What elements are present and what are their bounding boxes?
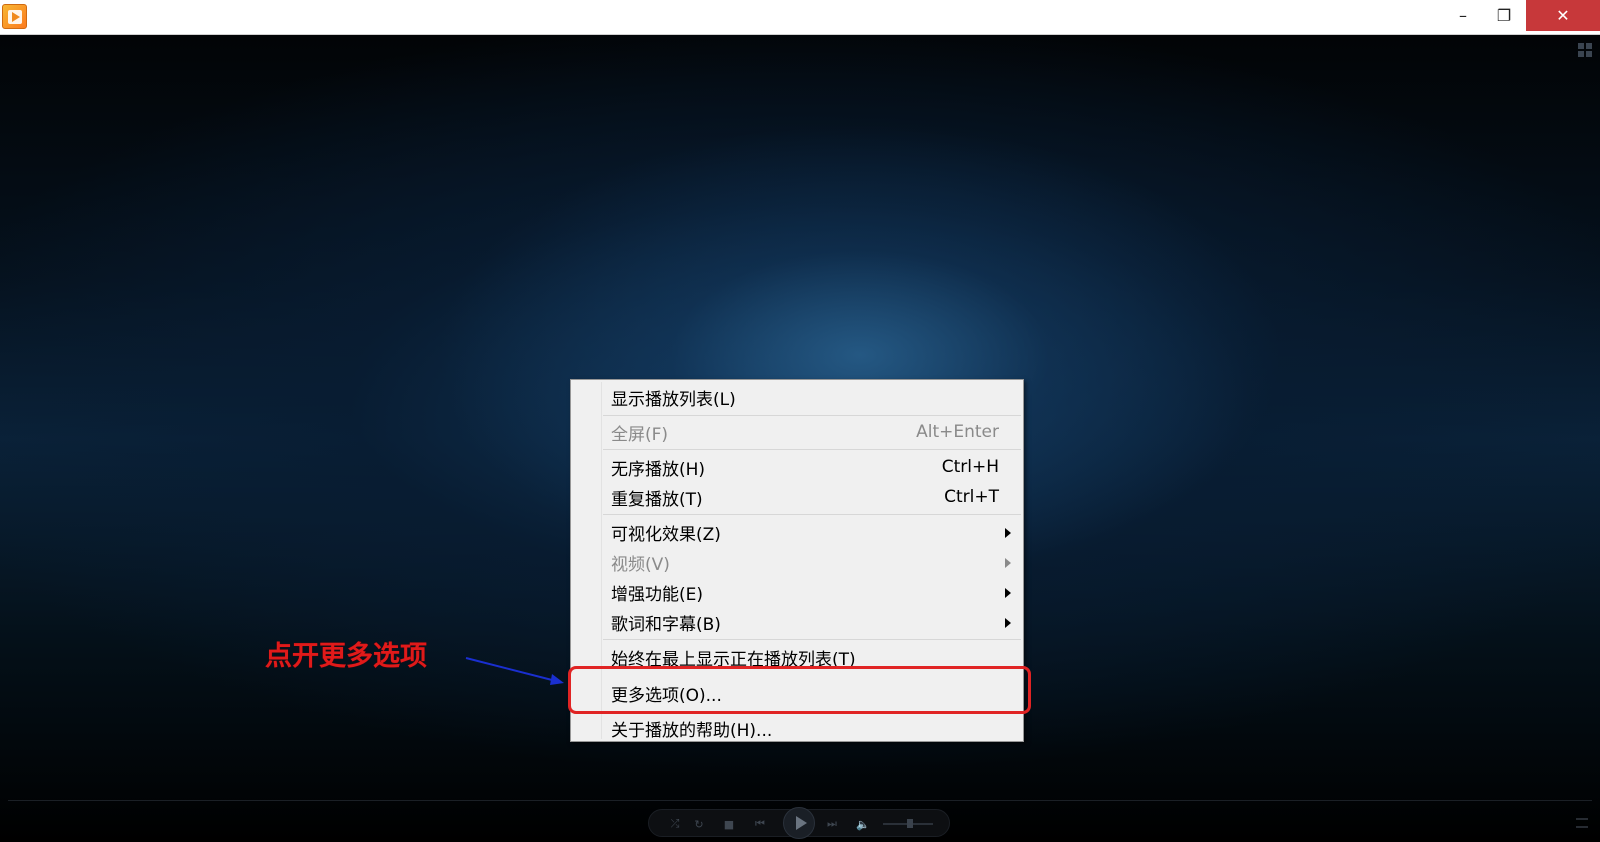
- playback-controls: ⤮ ↻ ■ ⏮ ⏭ 🔈: [648, 807, 950, 839]
- menu-separator: [603, 449, 1021, 450]
- switch-to-library-icon[interactable]: [1578, 43, 1592, 57]
- stop-icon[interactable]: ■: [721, 816, 737, 832]
- submenu-arrow-icon: [1005, 618, 1011, 628]
- restore-icon: ❐: [1496, 6, 1512, 25]
- close-button[interactable]: ✕: [1526, 0, 1600, 31]
- submenu-arrow-icon: [1005, 528, 1011, 538]
- menu-item-1: 全屏(F) Alt+Enter: [571, 417, 1023, 447]
- menu-item-5: 视频(V): [571, 547, 1023, 577]
- close-icon: ✕: [1556, 6, 1570, 25]
- menu-item-2[interactable]: 无序播放(H) Ctrl+H: [571, 452, 1023, 482]
- highlight-box: [568, 666, 1031, 714]
- previous-icon[interactable]: ⏮: [749, 816, 771, 832]
- minimize-icon: –: [1459, 6, 1467, 25]
- minimize-button[interactable]: –: [1440, 0, 1486, 31]
- menu-item-shortcut: Ctrl+T: [944, 487, 999, 507]
- menu-item-label: 视频(V): [611, 554, 670, 575]
- menu-item-shortcut: Alt+Enter: [916, 422, 999, 442]
- annotation-arrow-icon: [465, 657, 564, 685]
- menu-item-label: 显示播放列表(L): [611, 389, 736, 410]
- menu-item-3[interactable]: 重复播放(T) Ctrl+T: [571, 482, 1023, 512]
- next-icon[interactable]: ⏭: [821, 816, 843, 832]
- menu-item-label: 无序播放(H): [611, 459, 706, 480]
- menu-separator: [603, 415, 1021, 416]
- menu-item-label: 全屏(F): [611, 424, 669, 445]
- menu-item-10[interactable]: 关于播放的帮助(H)...: [571, 713, 1023, 743]
- shuffle-icon[interactable]: ⤮: [667, 816, 683, 832]
- menu-item-0[interactable]: 显示播放列表(L): [571, 382, 1023, 412]
- menu-item-label: 重复播放(T): [611, 489, 703, 510]
- menu-item-shortcut: Ctrl+H: [941, 457, 999, 477]
- submenu-arrow-icon: [1005, 558, 1011, 568]
- menu-item-4[interactable]: 可视化效果(Z): [571, 517, 1023, 547]
- media-player-app-icon[interactable]: [2, 4, 27, 29]
- menu-separator: [603, 639, 1021, 640]
- title-bar: – ❐ ✕: [0, 0, 1600, 35]
- restore-button[interactable]: ❐: [1481, 0, 1527, 31]
- menu-separator: [603, 514, 1021, 515]
- volume-icon[interactable]: 🔈: [855, 816, 871, 832]
- seek-bar[interactable]: [8, 800, 1592, 801]
- play-button[interactable]: [783, 807, 815, 839]
- menu-item-label: 关于播放的帮助(H)...: [611, 720, 773, 741]
- menu-item-6[interactable]: 增强功能(E): [571, 577, 1023, 607]
- volume-slider-knob[interactable]: [907, 819, 913, 828]
- switch-view-icon[interactable]: [1576, 818, 1588, 828]
- submenu-arrow-icon: [1005, 588, 1011, 598]
- menu-item-label: 可视化效果(Z): [611, 524, 721, 545]
- menu-item-7[interactable]: 歌词和字幕(B): [571, 607, 1023, 637]
- annotation-text: 点开更多选项: [265, 641, 427, 672]
- repeat-icon[interactable]: ↻: [691, 816, 707, 832]
- menu-item-label: 歌词和字幕(B): [611, 614, 721, 635]
- menu-item-label: 增强功能(E): [611, 584, 704, 605]
